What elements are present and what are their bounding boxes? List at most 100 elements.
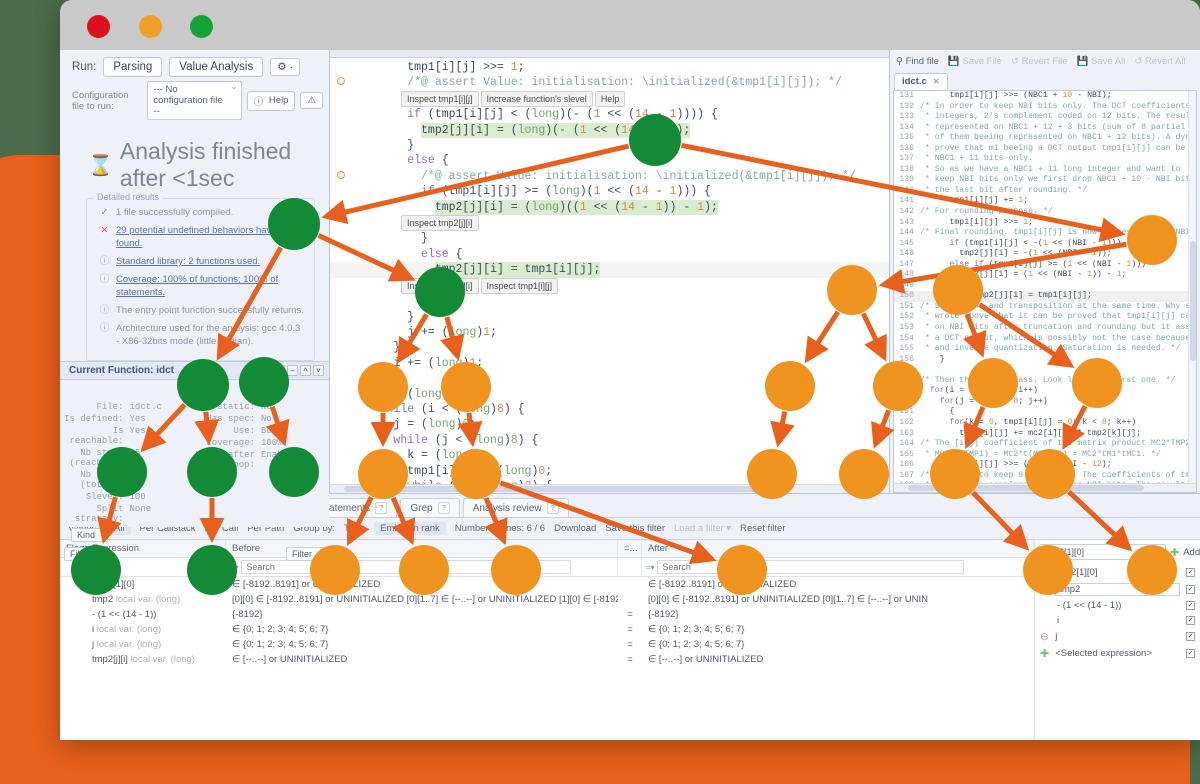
table-row[interactable]: tmp2[j][i] local var. (long) ∈ [--..--] o… <box>60 652 1034 667</box>
before-search-op[interactable]: =▾ <box>230 563 239 572</box>
file-tab-idct-c[interactable]: idct.c ✕ <box>894 73 948 90</box>
remove-icon[interactable]: ⊖ <box>1040 583 1049 596</box>
source-line[interactable]: 163 tmp1[i][j] += mc2[i][k] * tmp2[k][j]… <box>894 429 1196 440</box>
kind-filter[interactable]: Kind <box>71 528 109 543</box>
value-analysis-button[interactable]: Value Analysis <box>169 57 264 77</box>
source-line[interactable]: 132 /* In order to keep NBI bits only. Th… <box>894 102 1196 113</box>
visibility-checkbox[interactable]: ✓ <box>1186 649 1195 658</box>
right-filter-dropdown[interactable]: Filter <box>286 547 325 562</box>
source-line[interactable]: 131 tmp1[i][j] >>= (NBC1 + 10 - NBI); <box>894 91 1196 102</box>
source-hscrollbar[interactable] <box>894 483 1196 492</box>
tab-analysis-review[interactable]: Analysis review? <box>462 498 569 517</box>
code-line[interactable]: } <box>330 294 889 309</box>
code-line[interactable]: tmp1[i][j] >>= 1; <box>330 60 889 75</box>
download-button[interactable]: Download <box>554 523 596 534</box>
source-line[interactable]: 139 * keep NBI bits only we first drop N… <box>894 175 1196 186</box>
source-line[interactable]: 137 * NBC1 + 11 bits only. <box>894 154 1196 165</box>
expression-label[interactable]: tmp2[1][0] <box>1055 567 1180 578</box>
visibility-checkbox[interactable]: ✓ <box>1186 585 1195 594</box>
code-line[interactable]: } <box>330 310 889 325</box>
toolbar-revert-all[interactable]: ↺ Revert All <box>1134 56 1185 67</box>
source-line[interactable]: 151 /* Saturation and transposition at th… <box>894 302 1196 313</box>
group-term[interactable]: Term <box>344 523 365 534</box>
help-icon[interactable]: ? <box>437 502 450 514</box>
source-line[interactable]: 148 tmp2[j][i] = (1 << (NBI - 1)) - 1; <box>894 270 1196 281</box>
visibility-checkbox[interactable]: ✓ <box>1186 568 1195 577</box>
source-line[interactable]: 162 for(k = 0, tmp1[i][j] = 0; k < 8; k+… <box>894 418 1196 429</box>
code-line[interactable]: /*@ assert Value: initialisation: \initi… <box>330 169 889 184</box>
inline-action-button[interactable]: Help <box>594 90 626 107</box>
collapse-icon[interactable]: ^ <box>300 365 311 377</box>
visibility-checkbox[interactable]: ✓ <box>1186 632 1195 641</box>
expand-icon[interactable]: ˅ <box>313 365 324 377</box>
remove-icon[interactable]: ⊖ <box>1040 566 1049 579</box>
table-row[interactable]: j local var. (long) ∈ {0; 1; 2; 3; 4; 5; … <box>60 637 1034 652</box>
status-bullet-icon[interactable] <box>337 77 345 86</box>
source-line[interactable]: 140 * the last bit after rounding. */ <box>894 186 1196 197</box>
close-icon[interactable]: ✕ <box>933 77 940 86</box>
list-item[interactable]: i ✓ <box>1035 613 1200 628</box>
source-line[interactable]: 156 } <box>894 355 1196 366</box>
config-select[interactable]: --- No configuration file -- <box>147 81 242 120</box>
visibility-checkbox[interactable]: ✓ <box>1186 616 1195 625</box>
code-line[interactable]: if (tmp1[i][j] >= (long)(1 << (14 - 1)))… <box>330 184 889 199</box>
code-line[interactable]: tmp1[i][j] = (long)0; <box>330 464 889 479</box>
gear-icon[interactable]: ⚙ · <box>270 58 301 76</box>
status-bullet-icon[interactable] <box>337 170 345 179</box>
code-line[interactable]: if (tmp1[i][j] < (long)(- (1 << (14 - 1)… <box>330 107 889 122</box>
source-line[interactable]: 158 /* Then the second pass. Look like th… <box>894 376 1196 387</box>
toolbar-save-file[interactable]: 💾 Save File <box>948 56 1002 67</box>
code-line[interactable]: j += (long)1; <box>330 325 889 340</box>
expression-label[interactable]: <Selected expression> <box>1055 648 1180 659</box>
source-line[interactable]: 164 /* The [i,j] coefficient of the matri… <box>894 439 1196 450</box>
source-line[interactable]: 161 { <box>894 407 1196 418</box>
source-line[interactable]: 155 * and inverse quantization. Saturati… <box>894 344 1196 355</box>
source-line[interactable]: 149 <box>894 281 1196 292</box>
inline-action-button[interactable]: Inspect tmp1[i][j] <box>480 277 559 294</box>
source-line[interactable]: 147 else if (tmp1[i][j] >= (1 << (NBI - … <box>894 260 1196 271</box>
toolbar-find-file[interactable]: ⚲ Find file <box>896 56 939 67</box>
info-icon[interactable]: i <box>261 365 272 377</box>
expression-label[interactable]: - (1 << (14 - 1)) <box>1057 600 1180 611</box>
list-item[interactable]: ⊖ j ✓ <box>1035 628 1200 645</box>
source-line[interactable]: 144 /* Final rounding. tmp1[i][j] is now … <box>894 228 1196 239</box>
code-line[interactable]: else { <box>330 153 889 168</box>
source-line[interactable]: 146 tmp2[j][i] = -(1 << (NBI - 1)); <box>894 249 1196 260</box>
source-line[interactable]: 136 * prove that m1 beeing a DCT output … <box>894 144 1196 155</box>
zoom-button[interactable] <box>190 15 213 38</box>
list-item[interactable]: ✚ <Selected expression> ✓ <box>1035 645 1200 662</box>
result-link[interactable]: Standard library: 2 functions used. <box>116 256 260 268</box>
source-line[interactable]: 143 tmp1[i][j] >>= 1; <box>894 218 1196 229</box>
add-icon[interactable]: ✚ <box>1040 647 1049 660</box>
inline-action-button[interactable]: Inspect tmp2[j][i] <box>401 277 479 294</box>
add-icon[interactable]: ✚ <box>1170 546 1179 559</box>
source-line[interactable]: 157 <box>894 365 1196 376</box>
code-line[interactable]: while (i < (long)8) { <box>330 402 889 417</box>
help-icon[interactable]: ? <box>274 365 285 377</box>
result-link[interactable]: 29 potential undefined behaviors have be… <box>116 225 306 250</box>
code-line[interactable]: } <box>330 231 889 246</box>
inline-action-button[interactable]: Increase function's slevel <box>480 90 593 107</box>
result-link[interactable]: Coverage: 100% of functions; 100% of sta… <box>116 274 306 299</box>
visibility-checkbox[interactable]: ✓ <box>1186 601 1195 610</box>
source-vscroll-thumb[interactable] <box>1190 241 1196 361</box>
after-search-op[interactable]: =▾ <box>646 563 655 572</box>
source-line[interactable]: 165 * MC2*t(TMP1) = MC2*t(MC1*M1) = MC2*… <box>894 450 1196 461</box>
center-hscrollbar[interactable] <box>330 484 889 493</box>
after-search-input[interactable] <box>657 560 964 574</box>
source-line[interactable]: 150 else tmp2[j][i] = tmp1[i][j]; <box>894 291 1196 302</box>
source-line[interactable]: 152 * wrote above that it can be proved … <box>894 312 1196 323</box>
before-search-input[interactable] <box>241 560 571 574</box>
reset-filter-button[interactable]: Reset filter <box>740 523 785 534</box>
help-icon[interactable]: ? <box>375 502 388 514</box>
source-line[interactable]: 134 * represented on NBC1 + 12 + 3 bits … <box>894 123 1196 134</box>
code-line[interactable]: tmp2[j][i] = (long)((1 << (14 - 1)) - 1)… <box>330 199 889 216</box>
code-line[interactable]: tmp2[j][i] = (long)(- (1 << (14 - 1))); <box>330 122 889 139</box>
minimize-button[interactable] <box>139 15 162 38</box>
help-icon[interactable]: ? <box>546 502 559 514</box>
source-line[interactable]: 154 * a DCT output, which is possibly no… <box>894 334 1196 345</box>
source-line[interactable]: 167 /* In order to keep 9 bits only. The … <box>894 471 1196 482</box>
minimize-icon[interactable]: – <box>287 365 298 377</box>
code-line[interactable]: } <box>330 340 889 355</box>
toolbar-save-all[interactable]: 💾 Save All <box>1077 56 1126 67</box>
